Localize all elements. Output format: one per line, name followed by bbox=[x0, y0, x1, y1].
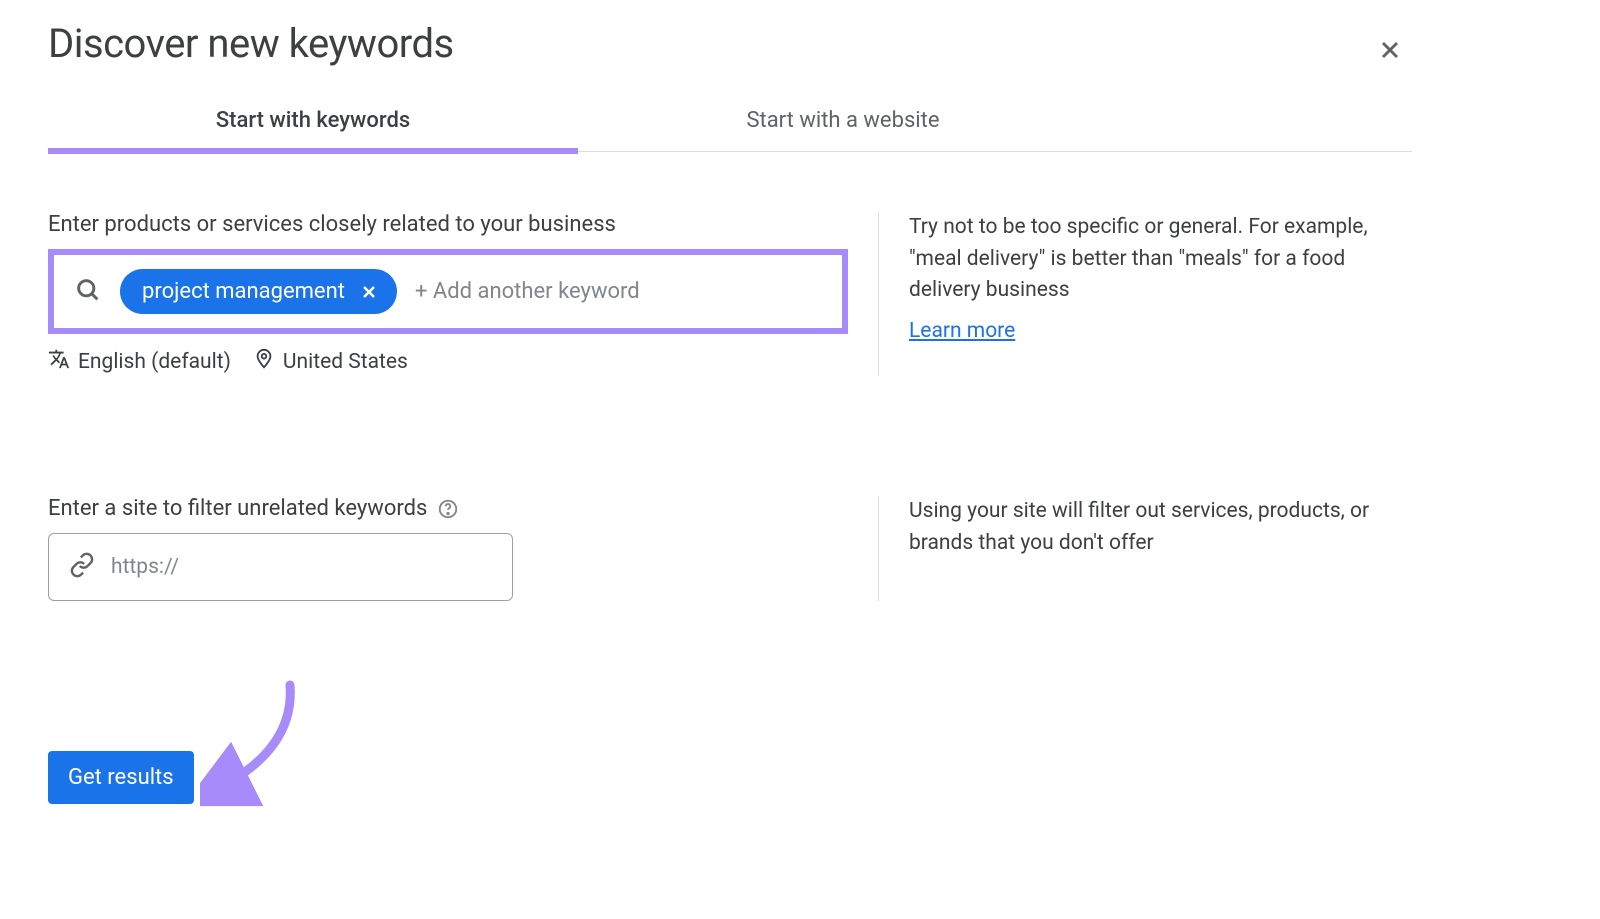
keyword-input-highlight: project management + Add another keyword bbox=[48, 249, 848, 334]
keywords-tip: Try not to be too specific or general. F… bbox=[909, 212, 1418, 307]
get-results-button[interactable]: Get results bbox=[48, 751, 194, 804]
location-icon bbox=[253, 348, 275, 376]
site-tip: Using your site will filter out services… bbox=[909, 496, 1418, 559]
tabs: Start with keywords Start with a website bbox=[48, 96, 1412, 152]
site-url-input[interactable] bbox=[111, 555, 492, 579]
location-selector[interactable]: United States bbox=[253, 348, 408, 376]
close-icon bbox=[1376, 36, 1404, 64]
site-filter-label-text: Enter a site to filter unrelated keyword… bbox=[48, 496, 427, 521]
search-icon bbox=[74, 276, 102, 308]
site-input-wrap[interactable] bbox=[48, 533, 513, 601]
close-button[interactable] bbox=[1368, 28, 1412, 76]
keyword-input[interactable]: project management + Add another keyword bbox=[54, 255, 842, 328]
help-icon[interactable] bbox=[437, 498, 459, 520]
link-icon bbox=[69, 552, 95, 582]
location-label: United States bbox=[283, 350, 408, 374]
close-icon bbox=[359, 282, 379, 302]
page-title: Discover new keywords bbox=[48, 20, 454, 67]
language-label: English (default) bbox=[78, 350, 231, 374]
tab-website[interactable]: Start with a website bbox=[578, 96, 1108, 151]
keyword-chip-label: project management bbox=[142, 279, 345, 304]
keywords-label: Enter products or services closely relat… bbox=[48, 212, 848, 237]
keyword-chip[interactable]: project management bbox=[120, 269, 397, 314]
add-keyword-placeholder[interactable]: + Add another keyword bbox=[415, 279, 640, 304]
site-filter-label: Enter a site to filter unrelated keyword… bbox=[48, 496, 848, 521]
remove-chip-button[interactable] bbox=[359, 282, 379, 302]
annotation-arrow bbox=[200, 680, 320, 810]
language-selector[interactable]: English (default) bbox=[48, 348, 231, 376]
learn-more-link[interactable]: Learn more bbox=[909, 319, 1015, 343]
translate-icon bbox=[48, 348, 70, 376]
tab-keywords[interactable]: Start with keywords bbox=[48, 96, 578, 151]
